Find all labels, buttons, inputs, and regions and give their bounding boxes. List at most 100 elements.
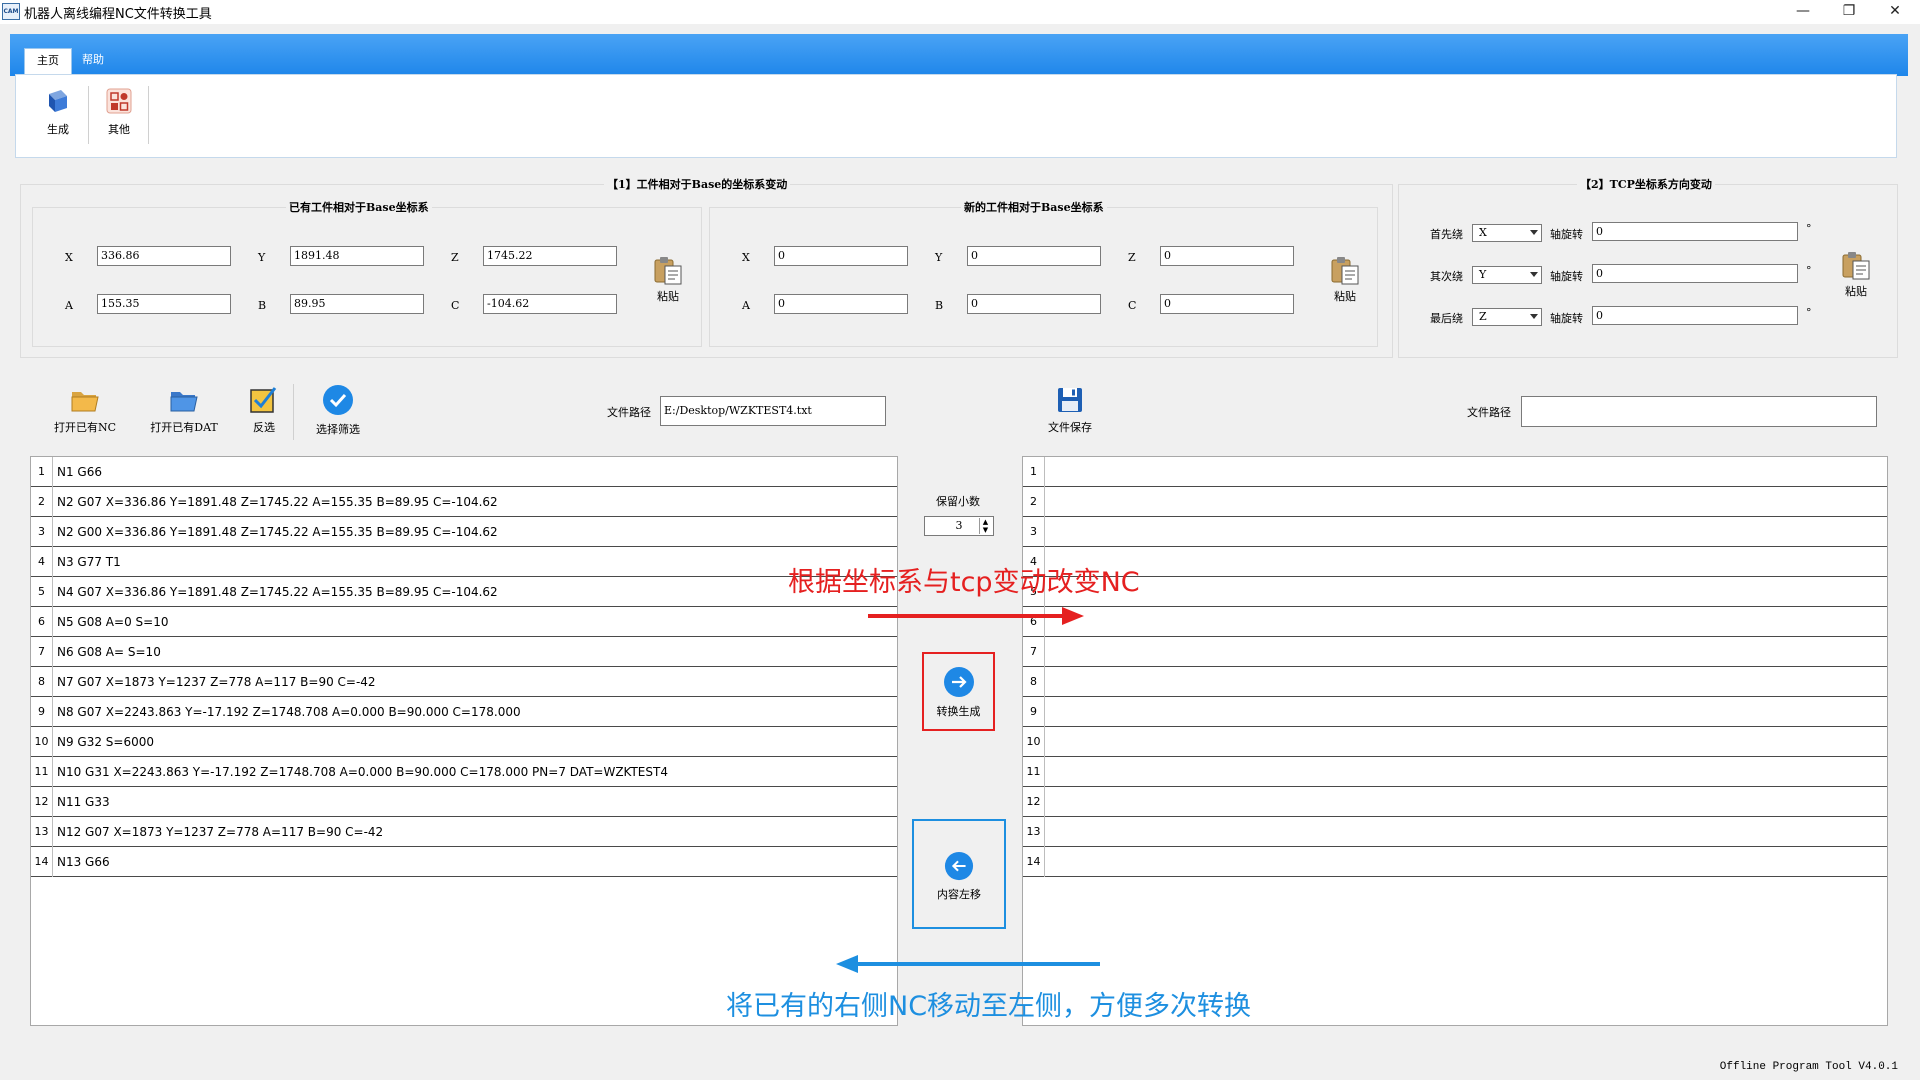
existing-y-input[interactable]: 1891.48 [290, 246, 424, 266]
restore-button[interactable]: ❐ [1826, 0, 1872, 22]
paste-icon [1842, 252, 1870, 280]
left-line[interactable]: 7 N6 G08 A= S=10 [31, 637, 897, 667]
existing-a-label: A [65, 299, 73, 312]
tcp-second-rot-label: 轴旋转 [1550, 270, 1583, 283]
folder-open-blue-icon [170, 392, 198, 412]
right-line[interactable]: 13 [1023, 817, 1887, 847]
new-coord-title: 新的工件相对于Base坐标系 [961, 199, 1107, 215]
existing-c-input[interactable]: -104.62 [483, 294, 617, 314]
left-line[interactable]: 4 N3 G77 T1 [31, 547, 897, 577]
paste-icon [654, 257, 682, 285]
new-y-input[interactable]: 0 [967, 246, 1101, 266]
line-text: N12 G07 X=1873 Y=1237 Z=778 A=117 B=90 C… [57, 825, 384, 839]
spinner-arrows-icon[interactable]: ▲ ▼ [979, 518, 991, 534]
right-line[interactable]: 3 [1023, 517, 1887, 547]
right-line[interactable]: 9 [1023, 697, 1887, 727]
move-left-button[interactable]: 内容左移 [924, 851, 994, 902]
line-number: 5 [31, 577, 53, 607]
new-paste-button[interactable]: 粘贴 [1325, 255, 1365, 304]
convert-button[interactable]: 转换生成 [924, 666, 993, 719]
line-text: N4 G07 X=336.86 Y=1891.48 Z=1745.22 A=15… [57, 585, 498, 599]
line-number: 6 [31, 607, 53, 637]
move-left-label: 内容左移 [937, 888, 981, 901]
filter-select-button[interactable]: 选择筛选 [308, 384, 368, 437]
tcp-paste-label: 粘贴 [1845, 285, 1867, 298]
existing-z-input[interactable]: 1745.22 [483, 246, 617, 266]
tcp-second-axis-select[interactable]: Y [1472, 266, 1542, 284]
right-line[interactable]: 10 [1023, 727, 1887, 757]
open-nc-button[interactable]: 打开已有NC [50, 386, 120, 435]
existing-paste-button[interactable]: 粘贴 [648, 255, 688, 304]
tcp-first-axis-select[interactable]: X [1472, 224, 1542, 242]
left-line[interactable]: 6 N5 G08 A=0 S=10 [31, 607, 897, 637]
new-c-input[interactable]: 0 [1160, 294, 1294, 314]
right-line[interactable]: 11 [1023, 757, 1887, 787]
new-x-input[interactable]: 0 [774, 246, 908, 266]
left-line[interactable]: 10 N9 G32 S=6000 [31, 727, 897, 757]
right-line[interactable]: 6 [1023, 607, 1887, 637]
right-line[interactable]: 1 [1023, 457, 1887, 487]
existing-b-input[interactable]: 89.95 [290, 294, 424, 314]
right-nc-editor[interactable]: 1 2 3 4 5 6 7 8 9 10 11 12 13 14 [1022, 456, 1888, 1026]
right-line[interactable]: 12 [1023, 787, 1887, 817]
arrow-right-circle-icon [943, 667, 974, 697]
new-z-input[interactable]: 0 [1160, 246, 1294, 266]
left-line[interactable]: 5 N4 G07 X=336.86 Y=1891.48 Z=1745.22 A=1… [31, 577, 897, 607]
line-number: 2 [31, 487, 53, 517]
existing-a-input[interactable]: 155.35 [97, 294, 231, 314]
tcp-second-angle-input[interactable]: 0 [1592, 264, 1798, 283]
left-line[interactable]: 12 N11 G33 [31, 787, 897, 817]
left-line[interactable]: 13 N12 G07 X=1873 Y=1237 Z=778 A=117 B=90… [31, 817, 897, 847]
tab-help[interactable]: 帮助 [70, 48, 116, 74]
other-button[interactable]: 其他 [90, 86, 148, 144]
right-path-input[interactable] [1521, 396, 1877, 427]
tab-home[interactable]: 主页 [24, 48, 72, 74]
tcp-last-angle-input[interactable]: 0 [1592, 306, 1798, 325]
checkbox-icon [250, 387, 277, 413]
generate-button[interactable]: 生成 [29, 86, 87, 144]
left-line[interactable]: 8 N7 G07 X=1873 Y=1237 Z=778 A=117 B=90 C… [31, 667, 897, 697]
right-line[interactable]: 8 [1023, 667, 1887, 697]
tcp-first-angle-input[interactable]: 0 [1592, 222, 1798, 241]
existing-coord-title: 已有工件相对于Base坐标系 [286, 199, 432, 215]
arrow-left-annotation [836, 955, 1100, 973]
left-line[interactable]: 9 N8 G07 X=2243.863 Y=-17.192 Z=1748.708 … [31, 697, 897, 727]
left-nc-editor[interactable]: 1 N1 G66 2 N2 G07 X=336.86 Y=1891.48 Z=1745… [30, 456, 898, 1026]
left-line[interactable]: 14 N13 G66 [31, 847, 897, 877]
line-number: 8 [1023, 667, 1045, 697]
new-b-label: B [935, 299, 944, 312]
file-save-button[interactable]: 文件保存 [1040, 386, 1100, 435]
right-line[interactable]: 2 [1023, 487, 1887, 517]
new-x-label: X [742, 251, 750, 264]
line-number: 7 [31, 637, 53, 667]
left-line[interactable]: 1 N1 G66 [31, 457, 897, 487]
existing-b-label: B [258, 299, 267, 312]
new-a-input[interactable]: 0 [774, 294, 908, 314]
open-dat-button[interactable]: 打开已有DAT [148, 386, 220, 435]
right-line[interactable]: 4 [1023, 547, 1887, 577]
right-line[interactable]: 5 [1023, 577, 1887, 607]
right-line[interactable]: 7 [1023, 637, 1887, 667]
tcp-transform-title: 【2】TCP坐标系方向变动 [1577, 176, 1715, 192]
new-b-input[interactable]: 0 [967, 294, 1101, 314]
tcp-second-label: 其次绕 [1430, 270, 1463, 283]
folder-open-icon [71, 392, 99, 412]
line-text: N5 G08 A=0 S=10 [57, 615, 169, 629]
arrow-left-circle-icon [944, 851, 974, 881]
left-line[interactable]: 3 N2 G00 X=336.86 Y=1891.48 Z=1745.22 A=1… [31, 517, 897, 547]
other-label: 其他 [108, 123, 130, 136]
invert-selection-button[interactable]: 反选 [244, 384, 284, 435]
line-number: 14 [31, 847, 53, 877]
right-line[interactable]: 14 [1023, 847, 1887, 877]
tcp-paste-button[interactable]: 粘贴 [1836, 250, 1876, 299]
close-button[interactable]: ✕ [1872, 0, 1918, 22]
existing-x-input[interactable]: 336.86 [97, 246, 231, 266]
line-text: N8 G07 X=2243.863 Y=-17.192 Z=1748.708 A… [57, 705, 521, 719]
minimize-button[interactable]: — [1780, 0, 1826, 22]
tcp-last-axis-select[interactable]: Z [1472, 308, 1542, 326]
existing-c-label: C [451, 299, 460, 312]
left-line[interactable]: 11 N10 G31 X=2243.863 Y=-17.192 Z=1748.70… [31, 757, 897, 787]
decimals-spinner[interactable]: 3 ▲ ▼ [924, 516, 994, 536]
left-line[interactable]: 2 N2 G07 X=336.86 Y=1891.48 Z=1745.22 A=1… [31, 487, 897, 517]
left-path-input[interactable]: E:/Desktop/WZKTEST4.txt [660, 396, 886, 426]
